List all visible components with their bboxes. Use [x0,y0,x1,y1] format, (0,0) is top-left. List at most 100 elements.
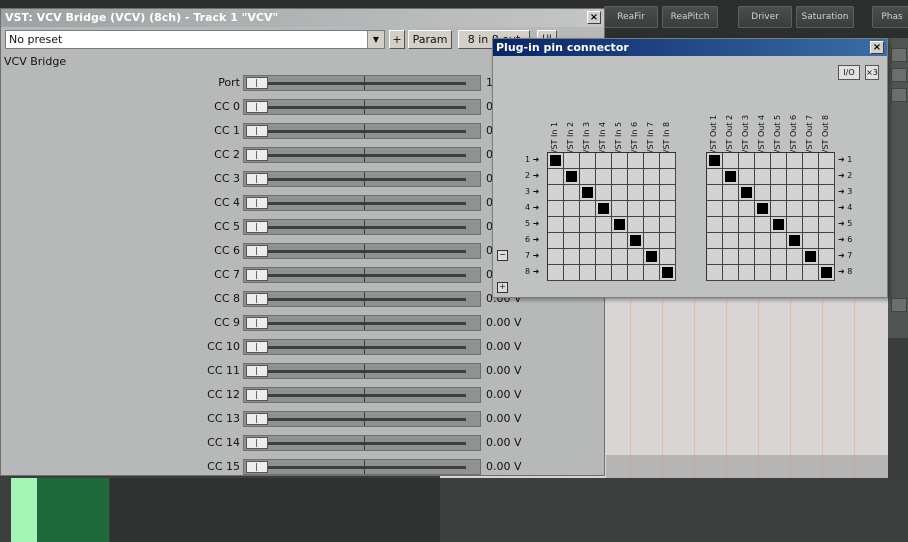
pin-cell[interactable] [723,249,739,265]
pin-cell[interactable] [819,201,835,217]
slider-thumb[interactable] [246,365,268,377]
pin-cell[interactable] [819,249,835,265]
pin-cell[interactable] [548,233,564,249]
pin-cell[interactable] [644,201,660,217]
slider-thumb[interactable] [246,293,268,305]
pin-cell[interactable] [660,185,676,201]
pin-cell[interactable] [580,153,596,169]
pin-cell[interactable] [644,217,660,233]
pin-cell[interactable] [739,249,755,265]
param-slider[interactable] [243,291,481,307]
pin-cell[interactable] [803,185,819,201]
pin-cell[interactable] [771,185,787,201]
pin-cell[interactable] [723,265,739,281]
pin-cell[interactable] [596,217,612,233]
param-slider[interactable] [243,99,481,115]
pin-cell[interactable] [819,185,835,201]
pin-cell[interactable] [771,265,787,281]
pin-cell[interactable] [596,265,612,281]
param-slider[interactable] [243,123,481,139]
pin-cell[interactable] [787,169,803,185]
slider-thumb[interactable] [246,149,268,161]
pin-cell[interactable] [739,217,755,233]
pin-cell[interactable] [707,217,723,233]
pin-cell[interactable] [660,217,676,233]
pin-cell[interactable] [755,249,771,265]
pin-connector-title[interactable]: Plug-in pin connector × [493,39,887,56]
pin-cell[interactable] [628,153,644,169]
pin-cell-connected[interactable] [819,265,835,281]
pin-cell[interactable] [628,201,644,217]
pin-cell[interactable] [739,153,755,169]
param-slider[interactable] [243,459,481,475]
pin-cell-connected[interactable] [548,153,564,169]
pin-cell[interactable] [707,201,723,217]
pin-cell[interactable] [803,217,819,233]
pin-cell[interactable] [612,169,628,185]
pin-cell[interactable] [628,185,644,201]
pin-cell[interactable] [787,265,803,281]
param-slider[interactable] [243,435,481,451]
track-color-strip[interactable] [11,478,37,542]
pin-cell[interactable] [771,201,787,217]
pin-cell[interactable] [707,265,723,281]
side-panel-control[interactable] [891,88,907,102]
pin-cell[interactable] [564,217,580,233]
pin-cell[interactable] [803,201,819,217]
param-slider[interactable] [243,171,481,187]
pin-cell[interactable] [771,249,787,265]
pin-cell[interactable] [739,169,755,185]
side-panel-control[interactable] [891,298,907,312]
pin-cell[interactable] [660,233,676,249]
pin-cell[interactable] [707,185,723,201]
preset-dropdown[interactable]: No preset ▼ [5,30,385,49]
input-pin-matrix[interactable] [547,152,676,281]
slider-thumb[interactable] [246,461,268,473]
pin-cell[interactable] [564,233,580,249]
io-toggle-button[interactable]: I/O [838,65,860,80]
pin-cell-connected[interactable] [580,185,596,201]
fx-button-reapitch[interactable]: ReaPitch [662,6,718,28]
param-slider[interactable] [243,219,481,235]
fx-button-driver[interactable]: Driver [738,6,792,28]
pin-cell[interactable] [628,169,644,185]
pin-cell[interactable] [755,217,771,233]
pin-cell[interactable] [803,265,819,281]
slider-thumb[interactable] [246,269,268,281]
pin-cell-connected[interactable] [612,217,628,233]
param-slider[interactable] [243,267,481,283]
pin-cell[interactable] [612,185,628,201]
param-slider[interactable] [243,195,481,211]
pin-cell[interactable] [564,201,580,217]
pin-cell[interactable] [755,185,771,201]
pin-cell[interactable] [564,153,580,169]
pin-cell[interactable] [819,233,835,249]
slider-thumb[interactable] [246,317,268,329]
pin-cell[interactable] [739,201,755,217]
pin-cell[interactable] [612,201,628,217]
pin-cell[interactable] [564,265,580,281]
pin-cell-connected[interactable] [739,185,755,201]
pin-cell[interactable] [723,217,739,233]
pin-cell[interactable] [548,169,564,185]
pin-cell[interactable] [755,265,771,281]
pin-cell[interactable] [596,169,612,185]
pin-cell[interactable] [612,265,628,281]
pin-cell[interactable] [771,153,787,169]
pin-cell-connected[interactable] [803,249,819,265]
collapse-button[interactable]: − [497,250,508,261]
pin-cell-connected[interactable] [644,249,660,265]
pin-cell[interactable] [755,153,771,169]
pin-cell[interactable] [596,185,612,201]
pin-cell[interactable] [819,169,835,185]
slider-thumb[interactable] [246,221,268,233]
pin-cell[interactable] [739,233,755,249]
pin-cell-connected[interactable] [787,233,803,249]
pin-cell-connected[interactable] [596,201,612,217]
pin-cell[interactable] [596,153,612,169]
track-lane[interactable] [110,478,440,542]
pin-cell[interactable] [755,169,771,185]
pin-cell[interactable] [755,233,771,249]
pin-cell[interactable] [628,249,644,265]
side-panel-control[interactable] [891,68,907,82]
